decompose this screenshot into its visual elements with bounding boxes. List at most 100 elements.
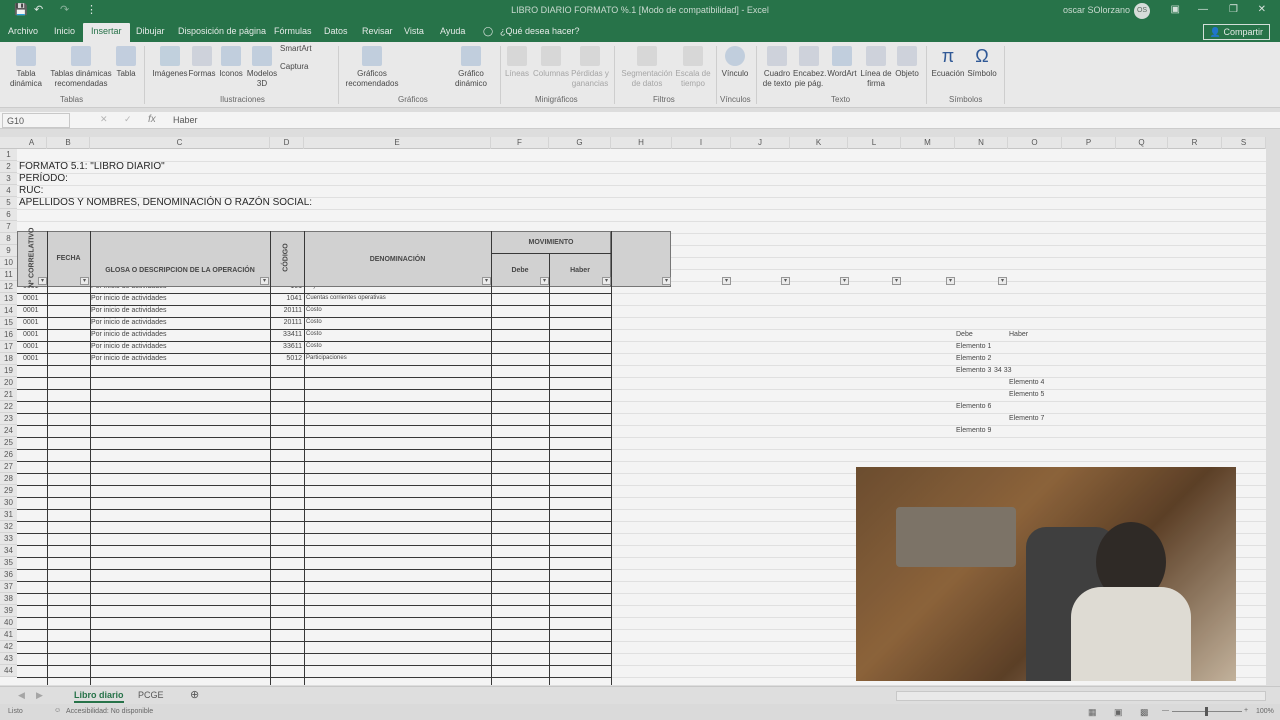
row-header[interactable]: 10 [0, 257, 17, 269]
table-cell-correlativo[interactable]: 0001 [23, 317, 39, 328]
prev-sheet-icon[interactable]: ◀ [18, 690, 25, 701]
row-header[interactable]: 24 [0, 425, 17, 437]
side-elemento-4[interactable]: Elemento 4 [1009, 377, 1044, 388]
row-header[interactable]: 38 [0, 593, 17, 605]
row-header[interactable]: 15 [0, 317, 17, 329]
row-header[interactable]: 16 [0, 329, 17, 341]
row-header[interactable]: 14 [0, 305, 17, 317]
side-elemento-1[interactable]: Elemento 1 [956, 341, 991, 352]
column-header[interactable]: C [90, 137, 270, 149]
table-cell-glosa[interactable]: Por inicio de actividades [91, 353, 167, 364]
row-header[interactable]: 29 [0, 485, 17, 497]
filter-dropdown-icon[interactable]: ▾ [892, 277, 901, 285]
table-cell-correlativo[interactable]: 0001 [23, 305, 39, 316]
column-header[interactable]: E [304, 137, 491, 149]
formula-input[interactable]: Haber [173, 115, 198, 125]
row-header[interactable]: 25 [0, 437, 17, 449]
sparkline-columns-button[interactable]: Columnas [532, 44, 570, 79]
table-cell-codigo[interactable]: 33611 [272, 341, 302, 352]
filter-dropdown-icon[interactable]: ▾ [540, 277, 549, 285]
timeline-button[interactable]: Escala de tiempo [674, 44, 712, 89]
filter-dropdown-icon[interactable]: ▾ [946, 277, 955, 285]
row-header[interactable]: 27 [0, 461, 17, 473]
filter-dropdown-icon[interactable]: ▾ [38, 277, 47, 285]
table-cell-denominacion[interactable]: Costo [306, 341, 322, 352]
equation-button[interactable]: π Ecuación [930, 44, 966, 79]
cancel-icon[interactable]: ✕ [100, 114, 108, 125]
table-cell-codigo[interactable]: 20111 [272, 317, 302, 328]
row-header[interactable]: 30 [0, 497, 17, 509]
textbox-button[interactable]: Cuadro de texto [760, 44, 794, 89]
filter-dropdown-icon[interactable]: ▾ [80, 277, 89, 285]
row-header[interactable]: 11 [0, 269, 17, 281]
table-cell-correlativo[interactable]: 0001 [23, 293, 39, 304]
row-header[interactable]: 17 [0, 341, 17, 353]
row-header[interactable]: 37 [0, 581, 17, 593]
column-header[interactable]: S [1222, 137, 1266, 149]
add-sheet-icon[interactable]: ⊕ [190, 688, 199, 701]
table-cell-codigo[interactable]: 33411 [272, 329, 302, 340]
row-header[interactable]: 33 [0, 533, 17, 545]
screenshot-button[interactable]: Captura [280, 62, 330, 72]
object-button[interactable]: Objeto [892, 44, 922, 79]
tab-ayuda[interactable]: Ayuda [440, 26, 465, 36]
zoom-out-icon[interactable]: — [1162, 707, 1169, 714]
row-header[interactable]: 36 [0, 569, 17, 581]
normal-view-icon[interactable]: ▦ [1088, 707, 1097, 718]
side-elemento-3-value[interactable]: 34 33 [994, 365, 1012, 376]
zoom-level[interactable]: 100% [1256, 708, 1274, 715]
header-codigo[interactable]: CÓDIGO [281, 230, 292, 286]
header-correlativo[interactable]: Nº CORRELATIVO [27, 228, 38, 288]
table-cell-denominacion[interactable]: Cuentas corrientes operativas [306, 293, 386, 304]
page-layout-icon[interactable]: ▣ [1114, 707, 1123, 718]
tab-datos[interactable]: Datos [324, 26, 348, 36]
column-header[interactable]: F [491, 137, 549, 149]
column-header[interactable]: O [1008, 137, 1062, 149]
column-header[interactable]: A [17, 137, 47, 149]
row-header[interactable]: 28 [0, 473, 17, 485]
side-debe[interactable]: Debe [956, 329, 973, 340]
table-cell-glosa[interactable]: Por inicio de actividades [91, 341, 167, 352]
page-break-icon[interactable]: ▩ [1140, 707, 1149, 718]
table-cell-denominacion[interactable]: Participaciones [306, 353, 347, 364]
side-elemento-7[interactable]: Elemento 7 [1009, 413, 1044, 424]
table-cell-denominacion[interactable]: Costo [306, 305, 322, 316]
row-header[interactable]: 22 [0, 401, 17, 413]
minimize-icon[interactable]: — [1198, 4, 1208, 15]
row-header[interactable]: 7 [0, 221, 17, 233]
filter-dropdown-icon[interactable]: ▾ [260, 277, 269, 285]
column-header[interactable]: B [47, 137, 90, 149]
restore-icon[interactable]: ❐ [1229, 4, 1238, 15]
column-header[interactable]: D [270, 137, 304, 149]
table-cell-correlativo[interactable]: 0001 [23, 353, 39, 364]
tab-inicio[interactable]: Inicio [54, 26, 75, 36]
table-cell-correlativo[interactable]: 0001 [23, 329, 39, 340]
row-header[interactable]: 18 [0, 353, 17, 365]
accessibility-status[interactable]: Accesibilidad: No disponible [66, 708, 153, 715]
row-header[interactable]: 4 [0, 185, 17, 197]
sparkline-winloss-button[interactable]: Pérdidas y ganancias [570, 44, 610, 89]
row-header[interactable]: 13 [0, 293, 17, 305]
header-debe[interactable]: Debe [491, 265, 549, 276]
row-header[interactable]: 34 [0, 545, 17, 557]
pivot-chart-button[interactable]: Gráfico dinámico [446, 44, 496, 89]
side-elemento-3[interactable]: Elemento 3 [956, 365, 991, 376]
table-cell-codigo[interactable]: 1041 [272, 293, 302, 304]
user-name[interactable]: oscar SOlorzano [1063, 5, 1130, 15]
column-header[interactable]: Q [1116, 137, 1168, 149]
tab-formulas[interactable]: Fórmulas [274, 26, 312, 36]
row-header[interactable]: 6 [0, 209, 17, 221]
row-header[interactable]: 44 [0, 665, 17, 677]
recommended-charts-button[interactable]: Gráficos recomendados [344, 44, 400, 89]
row-header[interactable]: 8 [0, 233, 17, 245]
sheet-tab-pcge[interactable]: PCGE [138, 690, 164, 700]
column-header[interactable]: K [790, 137, 848, 149]
table-cell-glosa[interactable]: Por inicio de actividades [91, 293, 167, 304]
row-header[interactable]: 1 [0, 149, 17, 161]
filter-dropdown-icon[interactable]: ▾ [662, 277, 671, 285]
side-elemento-6[interactable]: Elemento 6 [956, 401, 991, 412]
horizontal-scrollbar[interactable] [896, 691, 1266, 701]
pivot-table-button[interactable]: Tabla dinámica [6, 44, 46, 89]
filter-dropdown-icon[interactable]: ▾ [602, 277, 611, 285]
signature-line-button[interactable]: Línea de firma [859, 44, 893, 89]
